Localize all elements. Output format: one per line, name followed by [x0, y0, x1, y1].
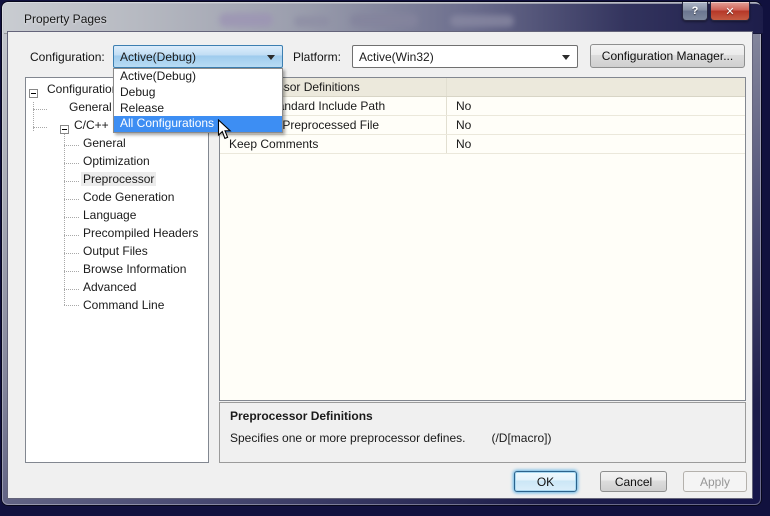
configuration-label: Configuration:: [30, 50, 105, 64]
window-title: Property Pages: [24, 12, 107, 26]
configuration-combobox[interactable]: Active(Debug): [113, 45, 283, 68]
close-button[interactable]: ✕: [710, 2, 750, 21]
platform-label: Platform:: [293, 50, 341, 64]
tree-item-precompiled-headers[interactable]: Precompiled Headers: [81, 224, 200, 242]
property-grid: Preprocessor Definitions Ignore Standard…: [219, 77, 746, 401]
tree-connector-line: [64, 181, 79, 182]
blurred-background-text: [450, 15, 514, 27]
platform-combobox[interactable]: Active(Win32): [352, 45, 578, 68]
tree-item-command-line[interactable]: Command Line: [81, 296, 166, 314]
description-panel: Preprocessor Definitions Specifies one o…: [219, 402, 746, 463]
property-value[interactable]: No: [447, 97, 745, 115]
tree-connector-line: [64, 145, 79, 146]
property-value[interactable]: [447, 78, 745, 96]
tree-item-browse-information[interactable]: Browse Information: [81, 260, 188, 278]
mouse-cursor-icon: [217, 119, 232, 141]
help-button[interactable]: ?: [682, 2, 708, 21]
tree-connector-line: [64, 134, 65, 305]
tree-connector-line: [64, 289, 79, 290]
configuration-value: Active(Debug): [120, 50, 196, 64]
title-bar[interactable]: Property Pages: [4, 4, 763, 34]
description-text: Specifies one or more preprocessor defin…: [230, 431, 735, 445]
configuration-tree: Configuration Properties General C/C++ G…: [25, 77, 209, 463]
tree-connector-line: [64, 235, 79, 236]
blurred-background-text: [219, 13, 273, 27]
collapse-icon[interactable]: [60, 125, 69, 134]
grid-row-ignore-standard-include-path[interactable]: Ignore Standard Include Path No: [220, 97, 745, 116]
property-value[interactable]: No: [447, 135, 745, 153]
tree-connector-line: [64, 271, 79, 272]
help-icon: ?: [692, 5, 699, 17]
blurred-background-text: [294, 16, 330, 27]
tree-item-c-cpp[interactable]: C/C++: [72, 116, 111, 134]
configuration-dropdown-list: Active(Debug) Debug Release All Configur…: [113, 68, 283, 133]
tree-connector-line: [64, 305, 79, 306]
platform-value: Active(Win32): [359, 50, 434, 64]
configuration-manager-button[interactable]: Configuration Manager...: [590, 44, 745, 68]
grid-row-keep-comments[interactable]: Keep Comments No: [220, 135, 745, 154]
tree-item-optimization[interactable]: Optimization: [81, 152, 152, 170]
dropdown-item-active-debug[interactable]: Active(Debug): [114, 69, 282, 85]
chevron-down-icon: [562, 55, 570, 60]
tree-connector-line: [64, 253, 79, 254]
property-name[interactable]: Keep Comments: [220, 135, 447, 153]
tree-connector-line: [64, 163, 79, 164]
tree-item-advanced[interactable]: Advanced: [81, 278, 138, 296]
apply-button: Apply: [683, 471, 747, 492]
tree-item-output-files[interactable]: Output Files: [81, 242, 150, 260]
dropdown-item-debug[interactable]: Debug: [114, 85, 282, 101]
tree-connector-line: [64, 199, 79, 200]
tree-item-cpp-general[interactable]: General: [81, 134, 128, 152]
tree-item-general[interactable]: General: [67, 98, 114, 116]
blurred-background-text: [350, 14, 418, 27]
tree-item-language[interactable]: Language: [81, 206, 138, 224]
close-icon: ✕: [725, 5, 734, 18]
cancel-button[interactable]: Cancel: [600, 471, 667, 492]
screen-background: Property Pages ? ✕ Configuration: Active…: [0, 0, 770, 516]
ok-button[interactable]: OK: [514, 471, 577, 492]
property-value[interactable]: No: [447, 116, 745, 134]
chevron-down-icon: [267, 55, 275, 60]
grid-row-preprocessor-definitions[interactable]: Preprocessor Definitions: [220, 78, 745, 97]
collapse-icon[interactable]: [29, 89, 38, 98]
dropdown-item-release[interactable]: Release: [114, 101, 282, 117]
tree-connector-line: [33, 109, 47, 110]
tree-item-preprocessor[interactable]: Preprocessor: [81, 170, 156, 188]
dropdown-item-all-configurations[interactable]: All Configurations: [114, 116, 282, 132]
compiler-flag: (/D[macro]): [491, 431, 551, 445]
tree-connector-line: [33, 127, 47, 128]
tree-item-code-generation[interactable]: Code Generation: [81, 188, 176, 206]
tree-connector-line: [64, 217, 79, 218]
description-title: Preprocessor Definitions: [230, 409, 735, 423]
grid-row-generate-preprocessed-file[interactable]: Generate Preprocessed File No: [220, 116, 745, 135]
